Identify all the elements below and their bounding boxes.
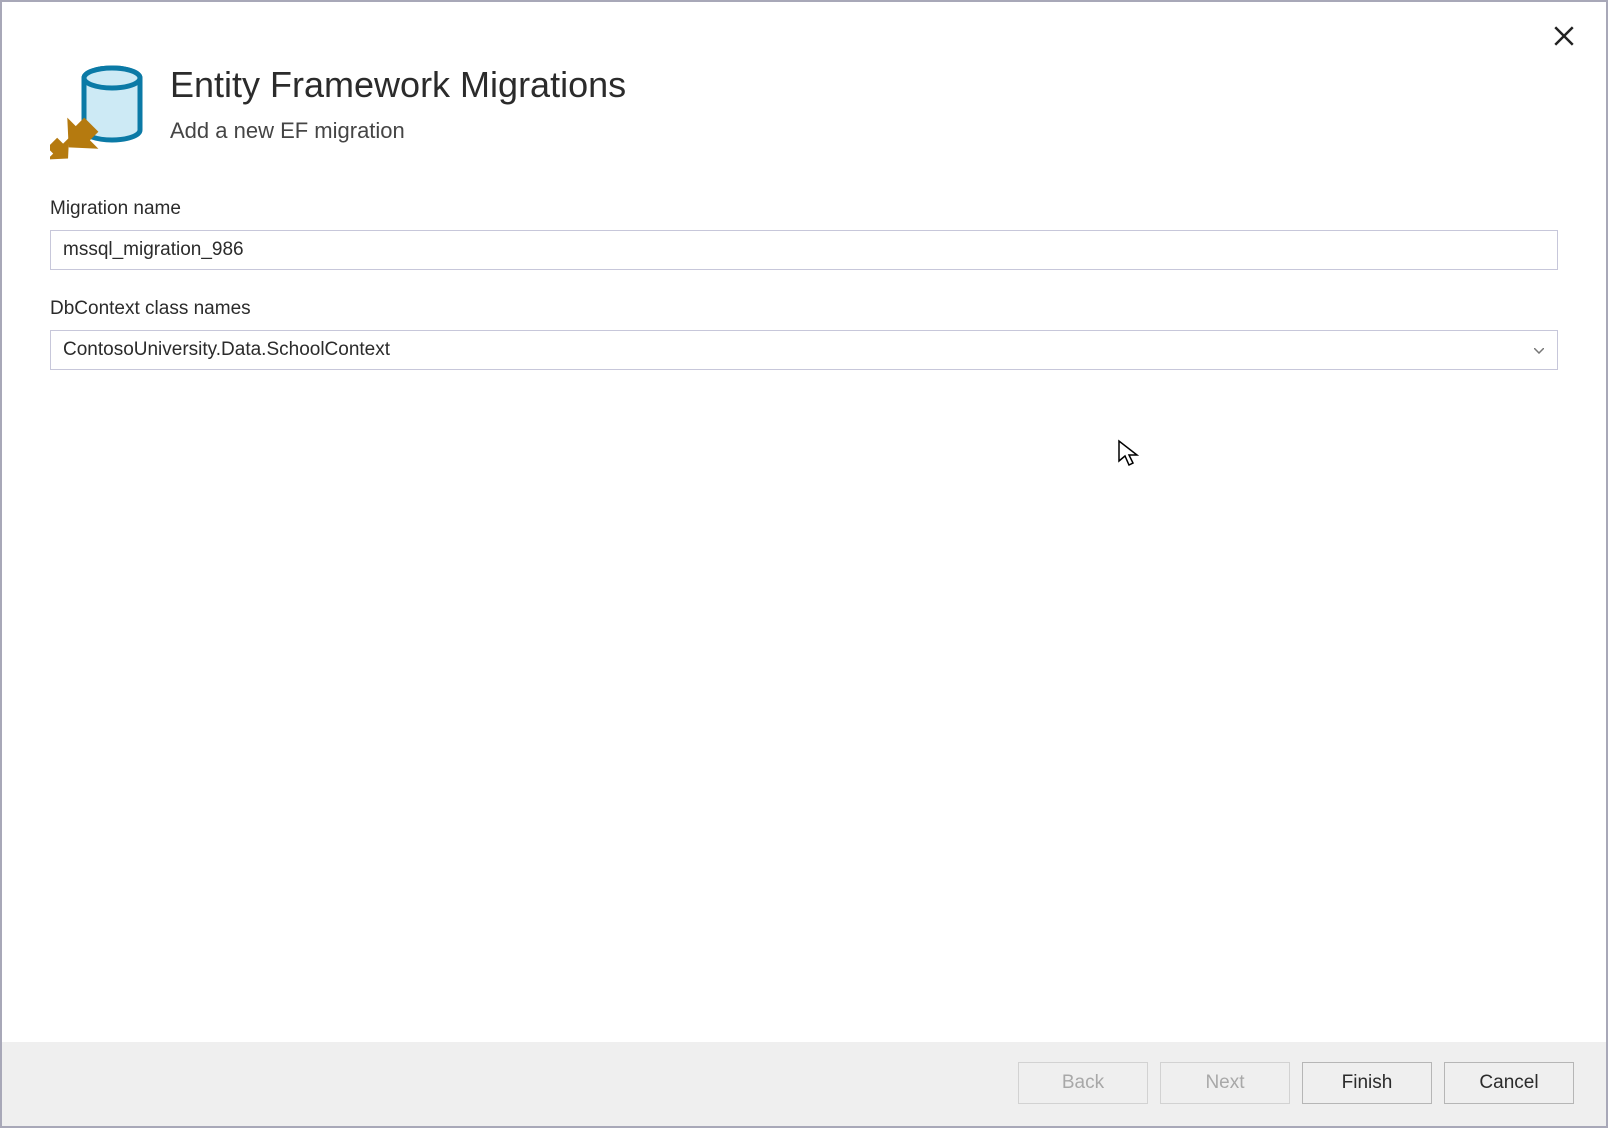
migration-icon xyxy=(50,58,146,166)
dialog-window: Entity Framework Migrations Add a new EF… xyxy=(0,0,1608,1128)
dialog-subtitle: Add a new EF migration xyxy=(170,118,626,144)
dbcontext-label: DbContext class names xyxy=(50,298,1558,320)
dialog-title: Entity Framework Migrations xyxy=(170,64,626,106)
dbcontext-group: DbContext class names xyxy=(50,298,1558,370)
migration-name-input[interactable] xyxy=(50,230,1558,270)
migration-name-label: Migration name xyxy=(50,198,1558,220)
dialog-header: Entity Framework Migrations Add a new EF… xyxy=(2,2,1606,190)
cancel-button[interactable]: Cancel xyxy=(1444,1062,1574,1104)
migration-name-group: Migration name xyxy=(50,198,1558,270)
dialog-content: Migration name DbContext class names xyxy=(2,190,1606,1042)
close-icon xyxy=(1554,26,1574,46)
finish-button[interactable]: Finish xyxy=(1302,1062,1432,1104)
dbcontext-select-wrap xyxy=(50,330,1558,370)
back-button: Back xyxy=(1018,1062,1148,1104)
close-button[interactable] xyxy=(1550,22,1578,50)
dbcontext-select[interactable] xyxy=(50,330,1558,370)
dialog-footer: Back Next Finish Cancel xyxy=(2,1042,1606,1126)
next-button: Next xyxy=(1160,1062,1290,1104)
header-text: Entity Framework Migrations Add a new EF… xyxy=(170,58,626,144)
